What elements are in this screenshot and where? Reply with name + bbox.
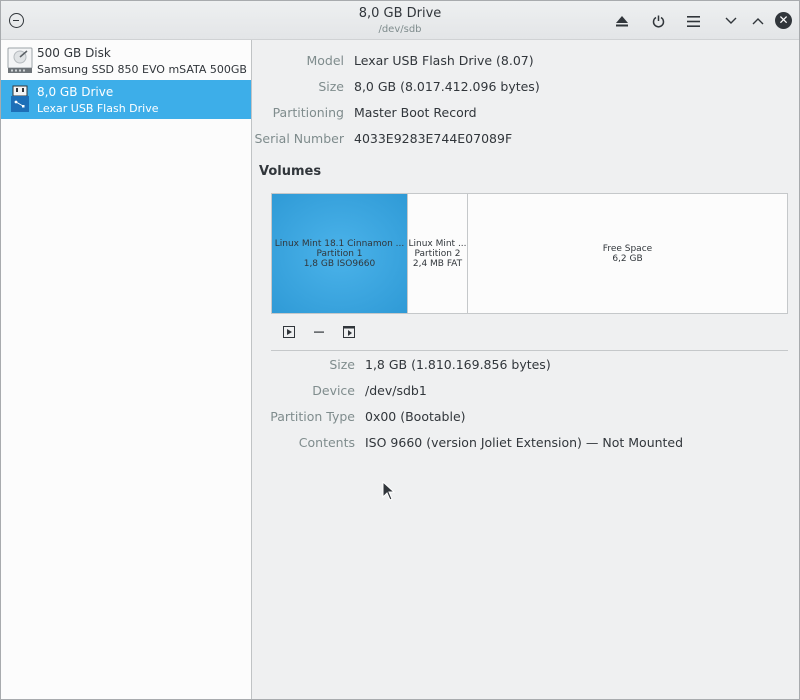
sidebar-item-8gb-drive[interactable]: 8,0 GB Drive Lexar USB Flash Drive xyxy=(1,80,251,119)
size-label: Size xyxy=(318,79,344,94)
play-icon xyxy=(283,326,295,338)
mouse-cursor-icon xyxy=(382,481,396,501)
eject-icon xyxy=(616,15,628,26)
partition-type-label: Partition Type xyxy=(270,409,355,424)
partition-number: Partition 2 xyxy=(414,248,461,259)
volumes-heading: Volumes xyxy=(259,164,322,179)
model-value: Lexar USB Flash Drive (8.07) xyxy=(354,53,534,68)
partition-number: Partition 1 xyxy=(316,248,363,259)
minimize-button[interactable] xyxy=(720,10,742,32)
partitioning-label: Partitioning xyxy=(272,105,344,120)
power-off-button[interactable] xyxy=(647,10,669,32)
partition-size-value: 1,8 GB (1.810.169.856 bytes) xyxy=(365,357,551,372)
sidebar-item-desc: Lexar USB Flash Drive xyxy=(37,102,159,115)
partitioning-value: Master Boot Record xyxy=(354,105,477,120)
sidebar-item-name: 8,0 GB Drive xyxy=(37,85,114,99)
contents-value: ISO 9660 (version Joliet Extension) — No… xyxy=(365,435,684,450)
volume-map: Linux Mint 18.1 Cinnamon ... Partition 1… xyxy=(271,193,788,314)
delete-partition-button[interactable] xyxy=(310,323,328,341)
maximize-button[interactable] xyxy=(747,10,769,32)
partition-2-block[interactable]: Linux Mint ... Partition 2 2,4 MB FAT xyxy=(408,194,467,313)
disks-window: 8,0 GB Drive /dev/sdb ✕ 500 GB Disk Sams… xyxy=(0,0,800,700)
window-subtitle: /dev/sdb xyxy=(378,24,422,35)
partition-label: Linux Mint 18.1 Cinnamon ... xyxy=(274,238,405,249)
minus-icon xyxy=(314,331,324,333)
window-title: 8,0 GB Drive xyxy=(358,6,442,21)
eject-button[interactable] xyxy=(611,10,633,32)
device-label: Device xyxy=(312,383,355,398)
power-icon xyxy=(652,15,664,28)
partition-size: 1,8 GB ISO9660 xyxy=(303,258,376,269)
app-menu-button[interactable] xyxy=(682,10,704,32)
model-label: Model xyxy=(306,53,344,68)
mount-button[interactable] xyxy=(280,323,298,341)
serial-number-value: 4033E9283E744E07089F xyxy=(354,131,513,146)
device-value: /dev/sdb1 xyxy=(365,383,427,398)
chevron-up-icon xyxy=(752,18,764,25)
gears-icon xyxy=(343,326,355,338)
contents-label: Contents xyxy=(298,435,355,450)
title-bar[interactable]: 8,0 GB Drive /dev/sdb ✕ xyxy=(1,1,799,40)
sidebar-item-name: 500 GB Disk xyxy=(37,46,111,60)
usb-drive-icon xyxy=(11,85,29,112)
hamburger-menu-icon xyxy=(686,15,700,27)
partition-type-value: 0x00 (Bootable) xyxy=(365,409,466,424)
partition-size: 2,4 MB FAT xyxy=(412,258,463,269)
chevron-down-icon xyxy=(725,17,737,24)
free-space-block[interactable]: Free Space 6,2 GB xyxy=(468,194,787,313)
partition-1-block[interactable]: Linux Mint 18.1 Cinnamon ... Partition 1… xyxy=(272,194,407,313)
hdd-icon xyxy=(7,47,33,73)
close-button[interactable]: ✕ xyxy=(775,12,792,29)
drive-details-panel: Model Lexar USB Flash Drive (8.07) Size … xyxy=(253,40,799,699)
partition-label: Linux Mint ... xyxy=(408,238,467,249)
partition-options-button[interactable] xyxy=(340,323,358,341)
device-sidebar: 500 GB Disk Samsung SSD 850 EVO mSATA 50… xyxy=(1,40,252,699)
free-space-size: 6,2 GB xyxy=(612,253,643,264)
sidebar-item-desc: Samsung SSD 850 EVO mSATA 500GB xyxy=(37,63,247,76)
partition-size-label: Size xyxy=(329,357,355,372)
separator xyxy=(271,350,788,351)
free-space-label: Free Space xyxy=(602,243,653,254)
close-icon: ✕ xyxy=(778,13,789,27)
serial-number-label: Serial Number xyxy=(254,131,344,146)
size-value: 8,0 GB (8.017.412.096 bytes) xyxy=(354,79,540,94)
sidebar-item-500gb-disk[interactable]: 500 GB Disk Samsung SSD 850 EVO mSATA 50… xyxy=(1,41,251,80)
